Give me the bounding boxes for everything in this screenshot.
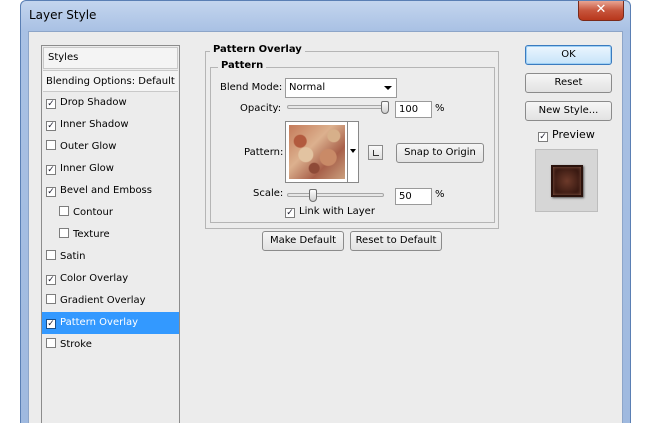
style-preview: [535, 149, 598, 212]
opacity-slider-track[interactable]: [287, 105, 389, 109]
style-item-label: Gradient Overlay: [60, 295, 146, 306]
pattern-subgroup-title: Pattern: [218, 60, 267, 71]
style-item-label: Color Overlay: [60, 273, 129, 284]
scale-unit: %: [435, 189, 445, 200]
link-with-layer-checkbox[interactable]: ✓ Link with Layer: [285, 206, 375, 218]
style-item-stroke[interactable]: Stroke: [42, 334, 179, 356]
style-item-label: Stroke: [60, 339, 92, 350]
style-item-label: Satin: [60, 251, 86, 262]
style-checkbox-inner-shadow[interactable]: ✓: [46, 121, 56, 131]
link-checkbox-box[interactable]: ✓: [285, 208, 295, 218]
snap-to-origin-button[interactable]: Snap to Origin: [396, 143, 484, 163]
style-item-gradient-overlay[interactable]: Gradient Overlay: [42, 290, 179, 312]
opacity-slider-thumb[interactable]: [381, 101, 389, 114]
pattern-picker[interactable]: [285, 121, 359, 183]
style-checkbox-contour[interactable]: [59, 206, 69, 216]
opacity-unit: %: [435, 103, 445, 114]
style-checkbox-color-overlay[interactable]: ✓: [46, 275, 56, 285]
style-item-inner-glow[interactable]: ✓ Inner Glow: [42, 158, 179, 180]
opacity-input[interactable]: 100: [395, 101, 432, 118]
style-item-label: Outer Glow: [60, 141, 117, 152]
styles-header[interactable]: Styles: [43, 47, 178, 69]
style-item-label: Drop Shadow: [60, 97, 127, 108]
style-item-label: Inner Shadow: [60, 119, 129, 130]
style-item-label: Contour: [73, 207, 113, 218]
dialog-body: Styles Blending Options: Default ✓ Drop S…: [28, 31, 623, 423]
blending-options-item[interactable]: Blending Options: Default: [43, 70, 178, 92]
style-item-label: Texture: [73, 229, 110, 240]
style-checkbox-texture[interactable]: [59, 228, 69, 238]
window-title: Layer Style: [29, 8, 97, 22]
scale-label: Scale:: [253, 188, 284, 199]
pattern-overlay-title: Pattern Overlay: [210, 44, 305, 55]
style-checkbox-drop-shadow[interactable]: ✓: [46, 99, 56, 109]
style-item-inner-shadow[interactable]: ✓ Inner Shadow: [42, 114, 179, 136]
blend-mode-value: Normal: [289, 82, 326, 93]
style-item-outer-glow[interactable]: Outer Glow: [42, 136, 179, 158]
pattern-dropdown-icon: [350, 149, 356, 153]
style-checkbox-inner-glow[interactable]: ✓: [46, 165, 56, 175]
style-checkbox-outer-glow[interactable]: [46, 140, 56, 150]
link-with-layer-label: Link with Layer: [299, 206, 375, 217]
reset-to-default-button[interactable]: Reset to Default: [350, 231, 442, 251]
blend-mode-label: Blend Mode:: [220, 82, 283, 93]
styles-list: Styles Blending Options: Default ✓ Drop S…: [41, 45, 180, 423]
style-item-drop-shadow[interactable]: ✓ Drop Shadow: [42, 92, 179, 114]
style-checkbox-satin[interactable]: [46, 250, 56, 260]
chevron-down-icon: [384, 86, 392, 90]
opacity-label: Opacity:: [240, 103, 282, 114]
close-button[interactable]: ✕: [578, 1, 624, 21]
scale-slider-track[interactable]: [287, 193, 384, 197]
style-checkbox-pattern-overlay[interactable]: ✓: [46, 319, 56, 329]
style-item-texture[interactable]: Texture: [42, 224, 179, 246]
blend-mode-select[interactable]: Normal: [285, 78, 397, 98]
close-icon: ✕: [595, 2, 607, 17]
style-item-bevel-and-emboss[interactable]: ✓ Bevel and Emboss: [42, 180, 179, 202]
style-item-pattern-overlay[interactable]: ✓ Pattern Overlay: [42, 312, 179, 334]
style-item-label: Inner Glow: [60, 163, 114, 174]
layer-style-window: Layer Style ✕ Styles Blending Options: D…: [20, 0, 631, 423]
pattern-divider: [347, 122, 348, 182]
style-item-color-overlay[interactable]: ✓ Color Overlay: [42, 268, 179, 290]
style-item-label: Pattern Overlay: [60, 317, 139, 328]
new-preset-icon[interactable]: [368, 145, 383, 160]
style-item-contour[interactable]: Contour: [42, 202, 179, 224]
preview-thumbnail: [551, 165, 583, 197]
preview-checkbox[interactable]: ✓ Preview: [538, 128, 595, 142]
style-checkbox-bevel-and-emboss[interactable]: ✓: [46, 187, 56, 197]
scale-input[interactable]: 50: [395, 188, 432, 205]
style-item-label: Bevel and Emboss: [60, 185, 152, 196]
style-checkbox-gradient-overlay[interactable]: [46, 294, 56, 304]
make-default-button[interactable]: Make Default: [262, 231, 344, 251]
ok-button[interactable]: OK: [525, 45, 612, 65]
pattern-swatch: [289, 125, 345, 179]
preview-label: Preview: [552, 128, 595, 141]
reset-button[interactable]: Reset: [525, 73, 612, 93]
new-style-button[interactable]: New Style...: [525, 101, 612, 121]
scale-slider-thumb[interactable]: [309, 189, 318, 202]
style-checkbox-stroke[interactable]: [46, 338, 56, 348]
title-bar[interactable]: Layer Style ✕: [21, 1, 630, 31]
style-item-satin[interactable]: Satin: [42, 246, 179, 268]
preview-checkbox-box[interactable]: ✓: [538, 132, 548, 142]
pattern-label: Pattern:: [244, 147, 284, 158]
